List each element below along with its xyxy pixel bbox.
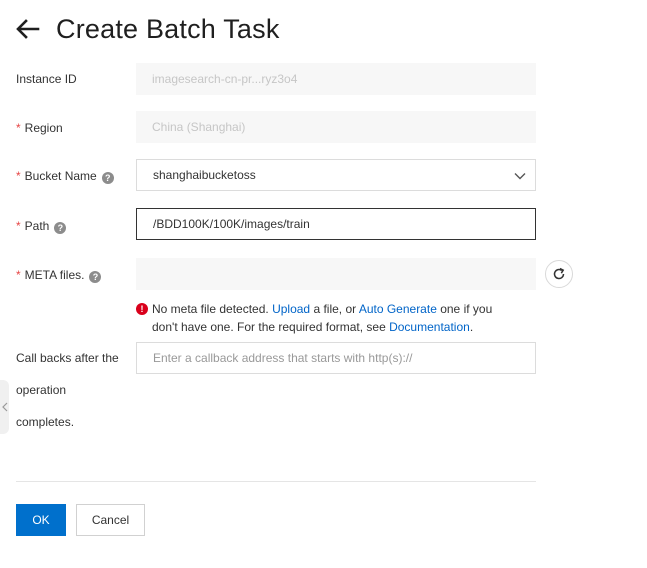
auto-generate-link[interactable]: Auto Generate bbox=[359, 302, 437, 316]
required-marker: * bbox=[16, 219, 21, 233]
callback-input[interactable]: Enter a callback address that starts wit… bbox=[136, 342, 536, 374]
instance-id-field: imagesearch-cn-pr...ryz3o4 bbox=[136, 63, 536, 95]
callback-label-line: operation bbox=[16, 383, 67, 397]
instance-id-label: Instance ID bbox=[16, 72, 77, 86]
back-arrow-icon[interactable] bbox=[16, 16, 42, 42]
path-label-text: Path bbox=[24, 219, 50, 233]
form-divider bbox=[16, 481, 536, 482]
bucket-name-label: * Bucket Name? bbox=[16, 169, 114, 184]
help-icon[interactable]: ? bbox=[101, 172, 114, 184]
region-label-text: Region bbox=[24, 121, 63, 135]
upload-link[interactable]: Upload bbox=[272, 302, 310, 316]
instance-id-label-text: Instance ID bbox=[16, 72, 77, 86]
path-value: /BDD100K/100K/images/train bbox=[153, 217, 310, 231]
page-title: Create Batch Task bbox=[56, 13, 280, 44]
refresh-icon bbox=[553, 267, 565, 280]
meta-files-label-text: META files. bbox=[24, 268, 85, 282]
instance-id-value: imagesearch-cn-pr...ryz3o4 bbox=[152, 72, 298, 86]
documentation-link[interactable]: Documentation bbox=[389, 320, 470, 334]
bucket-name-select[interactable]: shanghaibucketoss bbox=[136, 159, 536, 191]
required-marker: * bbox=[16, 268, 21, 282]
error-text-part: . bbox=[469, 320, 474, 334]
meta-files-field bbox=[136, 258, 536, 290]
cancel-button[interactable]: Cancel bbox=[76, 504, 145, 536]
meta-error-text: No meta file detected. Upload a file, or… bbox=[152, 300, 516, 336]
bucket-name-value: shanghaibucketoss bbox=[153, 168, 256, 182]
callback-label: Call backs after the operation completes… bbox=[16, 342, 128, 438]
bucket-name-label-text: Bucket Name bbox=[24, 169, 97, 183]
refresh-button[interactable] bbox=[545, 260, 573, 288]
required-marker: * bbox=[16, 121, 21, 135]
error-text-part: No meta file detected. bbox=[152, 302, 273, 316]
required-marker: * bbox=[16, 169, 21, 183]
meta-error-message: ! No meta file detected. Upload a file, … bbox=[136, 300, 516, 336]
callback-label-line: completes. bbox=[16, 415, 75, 429]
callback-placeholder: Enter a callback address that starts wit… bbox=[153, 351, 413, 365]
callback-label-line: Call backs after the bbox=[16, 351, 119, 365]
error-icon: ! bbox=[136, 303, 148, 315]
error-text-part: a file, or bbox=[310, 302, 359, 316]
help-icon[interactable]: ? bbox=[54, 222, 67, 234]
page-header: Create Batch Task bbox=[16, 10, 280, 48]
path-input[interactable]: /BDD100K/100K/images/train bbox=[136, 208, 536, 240]
region-field: China (Shanghai) bbox=[136, 111, 536, 143]
chevron-down-icon[interactable] bbox=[513, 169, 527, 186]
chevron-left-icon bbox=[1, 402, 7, 412]
region-label: * Region bbox=[16, 121, 63, 135]
path-label: * Path? bbox=[16, 219, 67, 234]
help-icon[interactable]: ? bbox=[89, 271, 102, 283]
meta-files-label: * META files.? bbox=[16, 268, 102, 283]
sidebar-expand-handle[interactable] bbox=[0, 380, 9, 434]
ok-button[interactable]: OK bbox=[16, 504, 66, 536]
region-value: China (Shanghai) bbox=[152, 120, 246, 134]
